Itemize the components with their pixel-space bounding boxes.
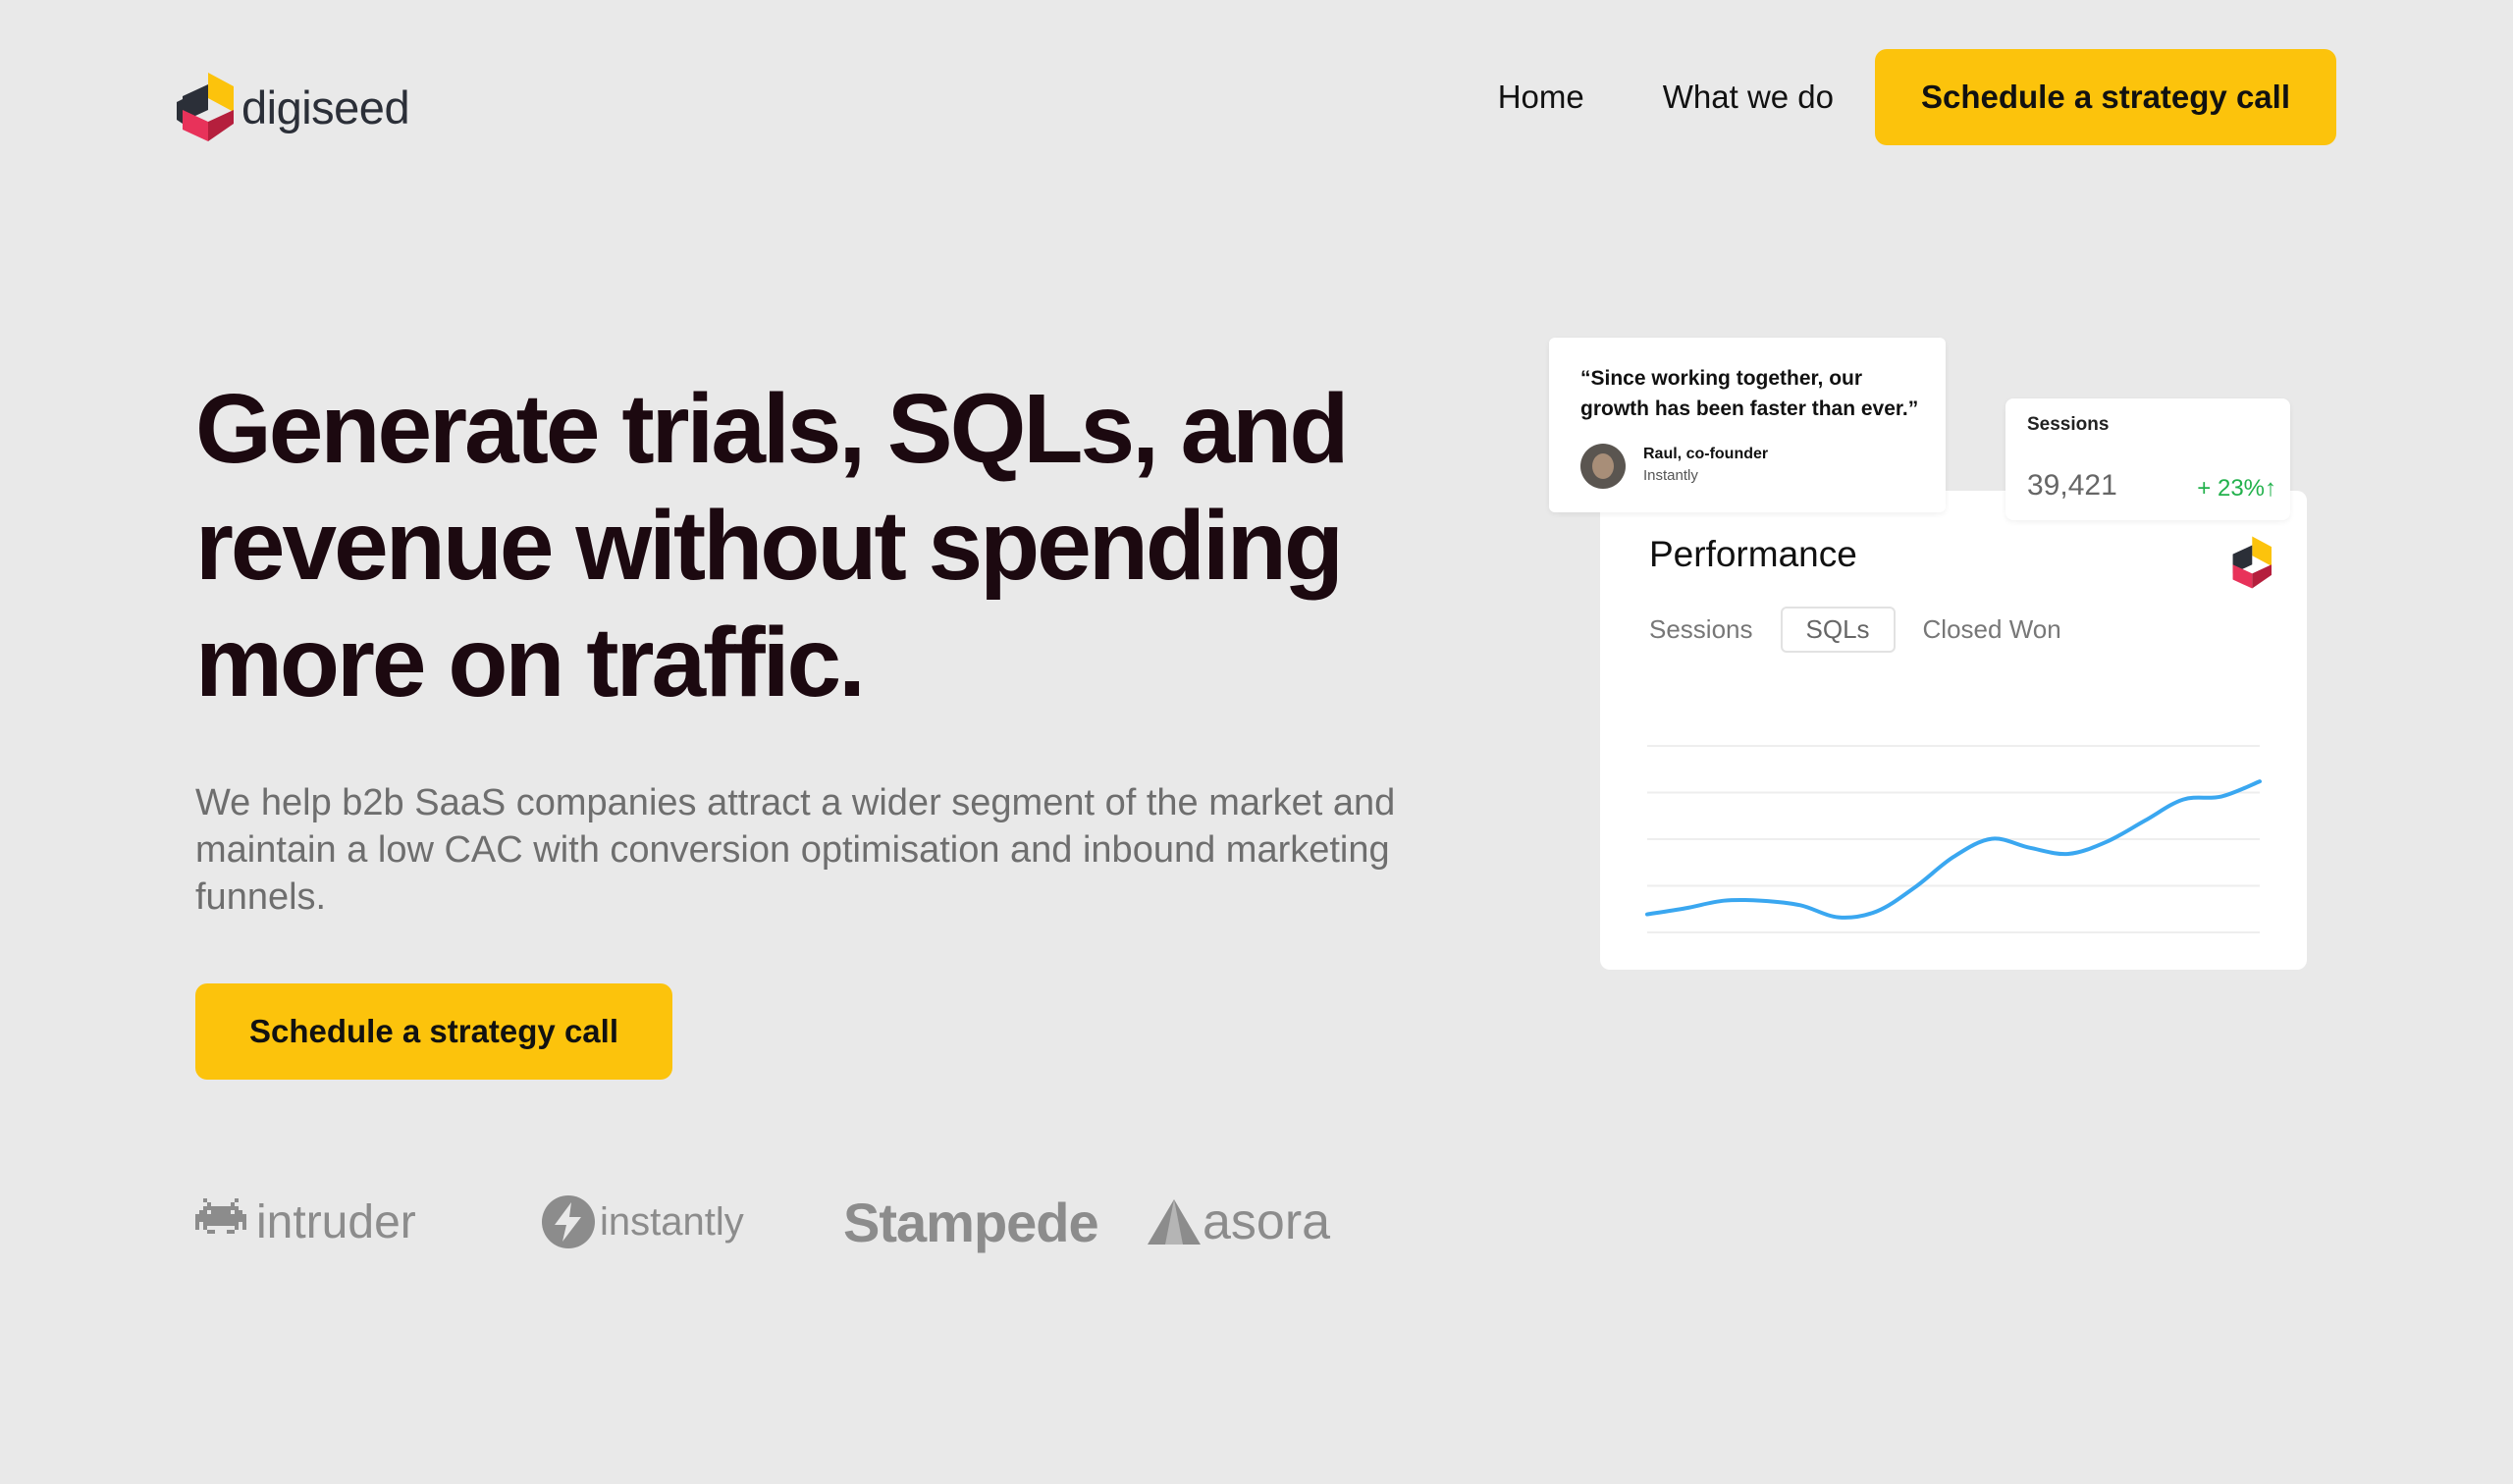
digiseed-mark-icon	[2232, 536, 2272, 589]
brand-intruder: intruder	[195, 1188, 416, 1256]
sessions-stat-card: Sessions 39,421 + 23%↑	[2005, 398, 2290, 520]
testimonial-company: Instantly	[1643, 467, 1698, 484]
tab-closed-won[interactable]: Closed Won	[1899, 609, 2085, 651]
testimonial-author: Raul, co-founder	[1643, 446, 1769, 462]
main-nav: Home What we do Schedule a strategy call	[1498, 49, 2336, 145]
performance-card: Performance Sessions SQLs Closed Won	[1600, 491, 2307, 970]
brand-intruder-label: intruder	[256, 1195, 416, 1248]
brand-stampede: Stampede	[843, 1188, 1099, 1256]
hero-schedule-call-button[interactable]: Schedule a strategy call	[195, 983, 672, 1080]
sessions-delta: + 23%↑	[2197, 475, 2276, 502]
digiseed-mark-icon	[177, 73, 234, 141]
testimonial-card: “Since working together, our growth has …	[1549, 338, 1946, 512]
space-invader-icon	[195, 1198, 246, 1234]
nav-home-link[interactable]: Home	[1498, 79, 1584, 116]
client-logos: intruder instantly Stampede asora	[195, 1188, 1373, 1256]
digiseed-logo[interactable]: digiseed	[177, 73, 410, 141]
brand-instantly-label: instantly	[600, 1199, 744, 1244]
sessions-value: 39,421	[2027, 469, 2117, 502]
testimonial-quote: “Since working together, our growth has …	[1580, 367, 1919, 420]
nav-what-we-do-link[interactable]: What we do	[1663, 79, 1834, 116]
lightning-icon	[542, 1195, 595, 1248]
performance-title: Performance	[1649, 534, 1857, 574]
brand-asora: asora	[1148, 1188, 1330, 1256]
header-schedule-call-button[interactable]: Schedule a strategy call	[1875, 49, 2336, 145]
chart-series-line	[1645, 779, 2262, 920]
sessions-label: Sessions	[2027, 414, 2110, 435]
tab-sessions[interactable]: Sessions	[1649, 609, 1777, 651]
performance-tabs: Sessions SQLs Closed Won	[1649, 607, 2089, 653]
brand-asora-label: asora	[1203, 1193, 1331, 1250]
triangle-a-icon	[1148, 1199, 1201, 1245]
hero-subtext: We help b2b SaaS companies attract a wid…	[195, 782, 1396, 918]
brand-instantly: instantly	[541, 1188, 744, 1256]
brand-stampede-label: Stampede	[843, 1191, 1099, 1253]
hero-headline: Generate trials, SQLs, and revenue witho…	[195, 374, 1349, 717]
tab-sqls[interactable]: SQLs	[1780, 607, 1896, 653]
performance-line-chart	[1645, 745, 2262, 933]
avatar	[1580, 444, 1626, 489]
logo-wordmark: digiseed	[241, 80, 410, 133]
